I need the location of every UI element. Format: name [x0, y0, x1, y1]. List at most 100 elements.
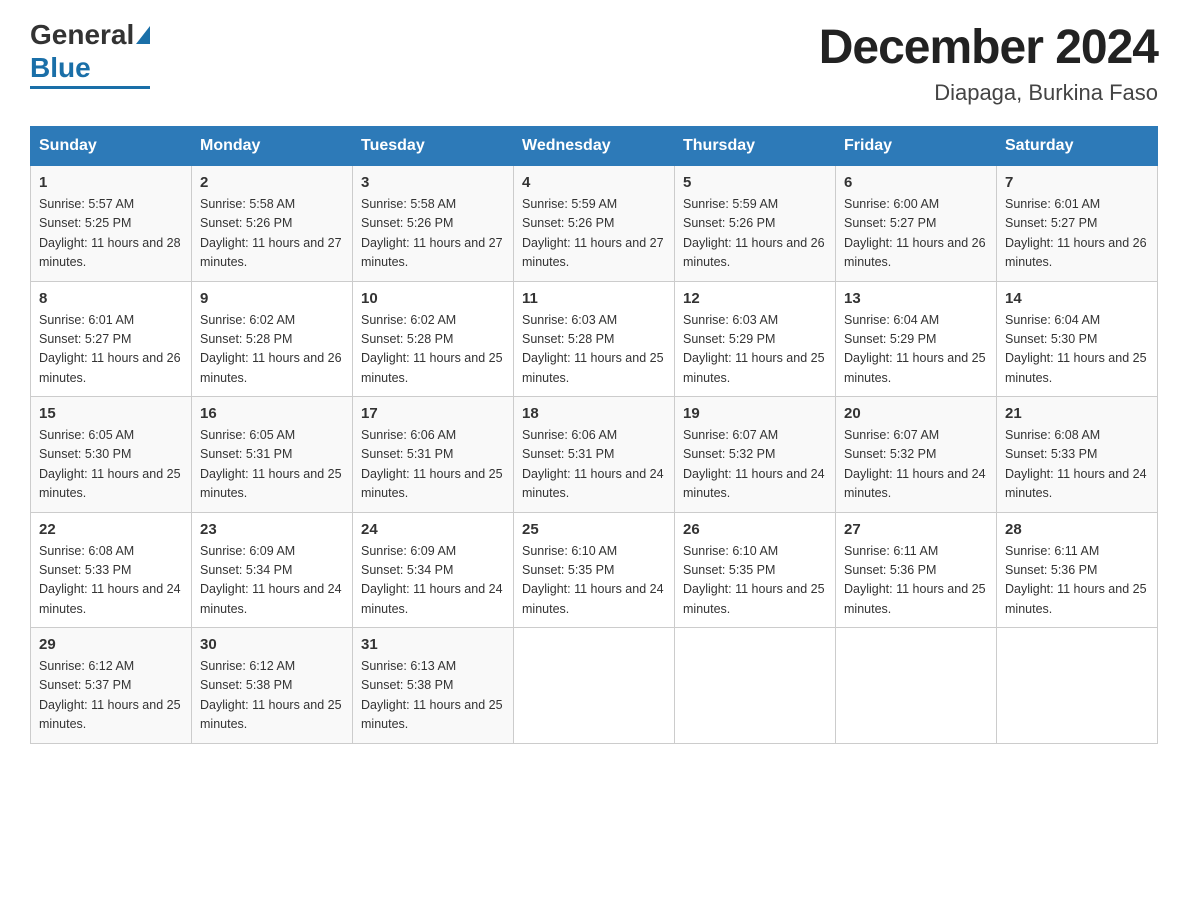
- day-number: 26: [683, 521, 827, 538]
- table-row: 30 Sunrise: 6:12 AMSunset: 5:38 PMDaylig…: [192, 628, 353, 744]
- header-wednesday: Wednesday: [514, 127, 675, 166]
- day-info: Sunrise: 6:03 AMSunset: 5:28 PMDaylight:…: [522, 313, 664, 385]
- table-row: 22 Sunrise: 6:08 AMSunset: 5:33 PMDaylig…: [31, 512, 192, 628]
- day-info: Sunrise: 5:58 AMSunset: 5:26 PMDaylight:…: [200, 197, 342, 269]
- day-info: Sunrise: 6:11 AMSunset: 5:36 PMDaylight:…: [1005, 544, 1147, 616]
- table-row: 1 Sunrise: 5:57 AMSunset: 5:25 PMDayligh…: [31, 166, 192, 282]
- day-info: Sunrise: 6:10 AMSunset: 5:35 PMDaylight:…: [683, 544, 825, 616]
- calendar-table: Sunday Monday Tuesday Wednesday Thursday…: [30, 126, 1158, 744]
- header-tuesday: Tuesday: [353, 127, 514, 166]
- day-number: 2: [200, 174, 344, 191]
- day-info: Sunrise: 5:57 AMSunset: 5:25 PMDaylight:…: [39, 197, 181, 269]
- table-row: 14 Sunrise: 6:04 AMSunset: 5:30 PMDaylig…: [997, 281, 1158, 397]
- logo-blue-text: Blue: [30, 52, 91, 83]
- day-number: 22: [39, 521, 183, 538]
- day-info: Sunrise: 6:02 AMSunset: 5:28 PMDaylight:…: [361, 313, 503, 385]
- table-row: 3 Sunrise: 5:58 AMSunset: 5:26 PMDayligh…: [353, 166, 514, 282]
- table-row: [514, 628, 675, 744]
- table-row: [675, 628, 836, 744]
- page-title: December 2024: [819, 20, 1158, 75]
- table-row: 6 Sunrise: 6:00 AMSunset: 5:27 PMDayligh…: [836, 166, 997, 282]
- table-row: 16 Sunrise: 6:05 AMSunset: 5:31 PMDaylig…: [192, 397, 353, 513]
- day-number: 17: [361, 405, 505, 422]
- day-info: Sunrise: 6:01 AMSunset: 5:27 PMDaylight:…: [1005, 197, 1147, 269]
- calendar-week-row: 22 Sunrise: 6:08 AMSunset: 5:33 PMDaylig…: [31, 512, 1158, 628]
- day-info: Sunrise: 6:06 AMSunset: 5:31 PMDaylight:…: [361, 428, 503, 500]
- table-row: 18 Sunrise: 6:06 AMSunset: 5:31 PMDaylig…: [514, 397, 675, 513]
- logo: General Blue: [30, 20, 150, 89]
- day-info: Sunrise: 6:08 AMSunset: 5:33 PMDaylight:…: [39, 544, 181, 616]
- day-number: 16: [200, 405, 344, 422]
- header-friday: Friday: [836, 127, 997, 166]
- logo-general-text: General: [30, 20, 134, 51]
- day-info: Sunrise: 5:59 AMSunset: 5:26 PMDaylight:…: [683, 197, 825, 269]
- day-info: Sunrise: 6:02 AMSunset: 5:28 PMDaylight:…: [200, 313, 342, 385]
- day-number: 28: [1005, 521, 1149, 538]
- day-number: 1: [39, 174, 183, 191]
- day-number: 9: [200, 290, 344, 307]
- day-number: 31: [361, 636, 505, 653]
- page-header: General Blue December 2024 Diapaga, Burk…: [30, 20, 1158, 106]
- table-row: 9 Sunrise: 6:02 AMSunset: 5:28 PMDayligh…: [192, 281, 353, 397]
- table-row: 31 Sunrise: 6:13 AMSunset: 5:38 PMDaylig…: [353, 628, 514, 744]
- calendar-week-row: 15 Sunrise: 6:05 AMSunset: 5:30 PMDaylig…: [31, 397, 1158, 513]
- day-info: Sunrise: 6:12 AMSunset: 5:37 PMDaylight:…: [39, 659, 181, 731]
- day-number: 18: [522, 405, 666, 422]
- day-info: Sunrise: 6:04 AMSunset: 5:30 PMDaylight:…: [1005, 313, 1147, 385]
- day-number: 29: [39, 636, 183, 653]
- table-row: 29 Sunrise: 6:12 AMSunset: 5:37 PMDaylig…: [31, 628, 192, 744]
- day-number: 7: [1005, 174, 1149, 191]
- table-row: 19 Sunrise: 6:07 AMSunset: 5:32 PMDaylig…: [675, 397, 836, 513]
- day-number: 19: [683, 405, 827, 422]
- day-info: Sunrise: 6:07 AMSunset: 5:32 PMDaylight:…: [683, 428, 825, 500]
- table-row: [836, 628, 997, 744]
- day-number: 15: [39, 405, 183, 422]
- table-row: 26 Sunrise: 6:10 AMSunset: 5:35 PMDaylig…: [675, 512, 836, 628]
- day-number: 23: [200, 521, 344, 538]
- table-row: 17 Sunrise: 6:06 AMSunset: 5:31 PMDaylig…: [353, 397, 514, 513]
- day-info: Sunrise: 6:04 AMSunset: 5:29 PMDaylight:…: [844, 313, 986, 385]
- table-row: 20 Sunrise: 6:07 AMSunset: 5:32 PMDaylig…: [836, 397, 997, 513]
- day-info: Sunrise: 6:01 AMSunset: 5:27 PMDaylight:…: [39, 313, 181, 385]
- header-sunday: Sunday: [31, 127, 192, 166]
- day-number: 30: [200, 636, 344, 653]
- table-row: 24 Sunrise: 6:09 AMSunset: 5:34 PMDaylig…: [353, 512, 514, 628]
- day-number: 24: [361, 521, 505, 538]
- day-info: Sunrise: 6:05 AMSunset: 5:31 PMDaylight:…: [200, 428, 342, 500]
- logo-arrow-icon: [136, 26, 150, 44]
- day-info: Sunrise: 6:05 AMSunset: 5:30 PMDaylight:…: [39, 428, 181, 500]
- table-row: 23 Sunrise: 6:09 AMSunset: 5:34 PMDaylig…: [192, 512, 353, 628]
- day-number: 25: [522, 521, 666, 538]
- table-row: 21 Sunrise: 6:08 AMSunset: 5:33 PMDaylig…: [997, 397, 1158, 513]
- day-number: 21: [1005, 405, 1149, 422]
- day-number: 4: [522, 174, 666, 191]
- day-number: 8: [39, 290, 183, 307]
- day-info: Sunrise: 5:59 AMSunset: 5:26 PMDaylight:…: [522, 197, 664, 269]
- table-row: 5 Sunrise: 5:59 AMSunset: 5:26 PMDayligh…: [675, 166, 836, 282]
- day-number: 6: [844, 174, 988, 191]
- title-block: December 2024 Diapaga, Burkina Faso: [819, 20, 1158, 106]
- header-thursday: Thursday: [675, 127, 836, 166]
- day-info: Sunrise: 6:09 AMSunset: 5:34 PMDaylight:…: [361, 544, 503, 616]
- table-row: 28 Sunrise: 6:11 AMSunset: 5:36 PMDaylig…: [997, 512, 1158, 628]
- day-number: 5: [683, 174, 827, 191]
- day-info: Sunrise: 6:13 AMSunset: 5:38 PMDaylight:…: [361, 659, 503, 731]
- day-number: 20: [844, 405, 988, 422]
- day-info: Sunrise: 6:09 AMSunset: 5:34 PMDaylight:…: [200, 544, 342, 616]
- table-row: 27 Sunrise: 6:11 AMSunset: 5:36 PMDaylig…: [836, 512, 997, 628]
- table-row: 11 Sunrise: 6:03 AMSunset: 5:28 PMDaylig…: [514, 281, 675, 397]
- table-row: 2 Sunrise: 5:58 AMSunset: 5:26 PMDayligh…: [192, 166, 353, 282]
- calendar-week-row: 29 Sunrise: 6:12 AMSunset: 5:37 PMDaylig…: [31, 628, 1158, 744]
- day-number: 12: [683, 290, 827, 307]
- day-number: 10: [361, 290, 505, 307]
- table-row: [997, 628, 1158, 744]
- day-number: 11: [522, 290, 666, 307]
- table-row: 10 Sunrise: 6:02 AMSunset: 5:28 PMDaylig…: [353, 281, 514, 397]
- day-number: 27: [844, 521, 988, 538]
- day-info: Sunrise: 5:58 AMSunset: 5:26 PMDaylight:…: [361, 197, 503, 269]
- table-row: 13 Sunrise: 6:04 AMSunset: 5:29 PMDaylig…: [836, 281, 997, 397]
- calendar-header-row: Sunday Monday Tuesday Wednesday Thursday…: [31, 127, 1158, 166]
- calendar-week-row: 8 Sunrise: 6:01 AMSunset: 5:27 PMDayligh…: [31, 281, 1158, 397]
- day-info: Sunrise: 6:12 AMSunset: 5:38 PMDaylight:…: [200, 659, 342, 731]
- day-info: Sunrise: 6:06 AMSunset: 5:31 PMDaylight:…: [522, 428, 664, 500]
